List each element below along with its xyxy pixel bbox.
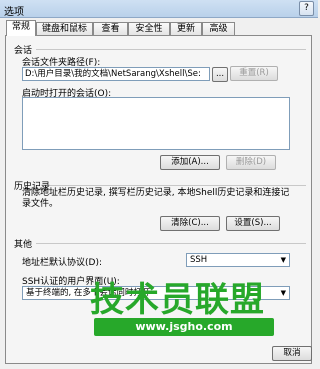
- watermark-url: www.jsgho.com: [94, 318, 274, 336]
- title-bar: 选项 ?: [0, 0, 318, 18]
- other-group-label: 其他: [14, 240, 33, 250]
- add-session-button[interactable]: 添加(A)...: [160, 155, 220, 170]
- tab-general[interactable]: 常规: [6, 20, 36, 36]
- clear-history-button[interactable]: 清除(C)...: [160, 216, 220, 231]
- session-folder-field[interactable]: D:\用户目录\我的文档\NetSarang\Xshell\Se:: [22, 67, 210, 81]
- history-settings-button[interactable]: 设置(S)...: [226, 216, 280, 231]
- help-button[interactable]: ?: [299, 1, 314, 16]
- cancel-button[interactable]: 取消: [272, 346, 312, 361]
- delete-session-button[interactable]: 删除(D): [226, 155, 276, 170]
- default-protocol-select[interactable]: SSH ▼: [186, 253, 290, 267]
- tab-advanced[interactable]: 高级: [202, 22, 235, 35]
- startup-sessions-list[interactable]: [22, 97, 290, 150]
- window-title: 选项: [4, 7, 24, 18]
- reset-button[interactable]: 重置(R): [230, 66, 278, 81]
- default-protocol-label: 地址栏默认协议(D):: [22, 258, 102, 268]
- watermark-logo: 技术员联盟: [90, 280, 265, 320]
- browse-button[interactable]: ...: [212, 67, 228, 82]
- chevron-down-icon: ▼: [280, 256, 286, 264]
- tab-keyboard-mouse[interactable]: 键盘和鼠标: [36, 22, 93, 35]
- tab-update[interactable]: 更新: [170, 22, 202, 35]
- default-protocol-value: SSH: [190, 255, 208, 265]
- chevron-down-icon: ▼: [280, 289, 286, 297]
- history-description: 清除地址栏历史记录, 撰写栏历史记录, 本地Shell历史记录和连接记录文件。: [22, 188, 290, 209]
- session-divider: [36, 49, 306, 50]
- tab-security[interactable]: 安全性: [128, 22, 170, 35]
- tab-view[interactable]: 查看: [93, 22, 128, 35]
- history-divider: [50, 185, 306, 186]
- other-divider: [36, 243, 306, 244]
